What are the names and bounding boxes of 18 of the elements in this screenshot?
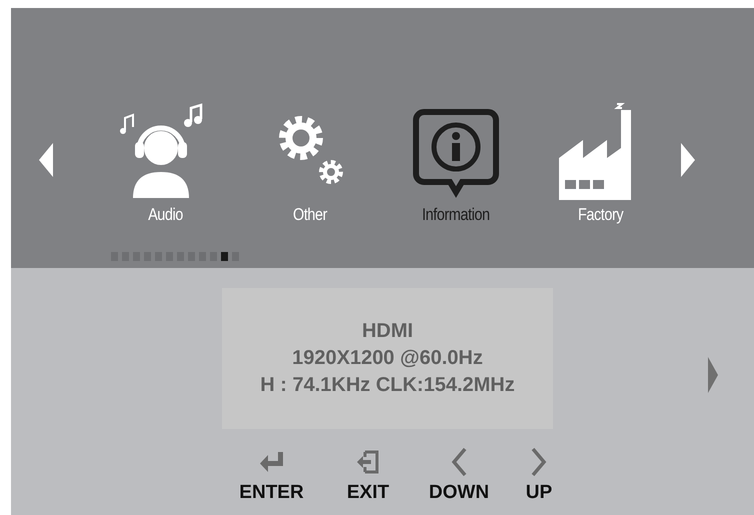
key-label: ENTER bbox=[239, 481, 304, 505]
info-text: HDMI bbox=[362, 319, 414, 344]
menu-item[interactable]: Factory bbox=[528, 100, 673, 228]
menu-item[interactable]: Information bbox=[383, 100, 528, 228]
enter-icon bbox=[260, 452, 284, 472]
menu-item[interactable]: Other bbox=[238, 100, 383, 228]
left-chevron-icon bbox=[451, 447, 467, 477]
key-label: DOWN bbox=[428, 481, 490, 505]
exit-icon bbox=[356, 450, 380, 474]
left-arrow-icon[interactable] bbox=[39, 143, 53, 177]
right-arrow-icon[interactable] bbox=[681, 143, 695, 177]
info-text: H : 74.1KHz CLK:154.2MHz bbox=[260, 373, 515, 398]
key-label: UP bbox=[526, 481, 552, 505]
menu-item[interactable]: Audio bbox=[93, 100, 238, 228]
right-chevron-icon bbox=[531, 447, 547, 477]
right-arrow-icon[interactable] bbox=[708, 357, 718, 393]
info-text: 1920X1200 @60.0Hz bbox=[292, 346, 483, 371]
key-label: EXIT bbox=[346, 481, 390, 505]
